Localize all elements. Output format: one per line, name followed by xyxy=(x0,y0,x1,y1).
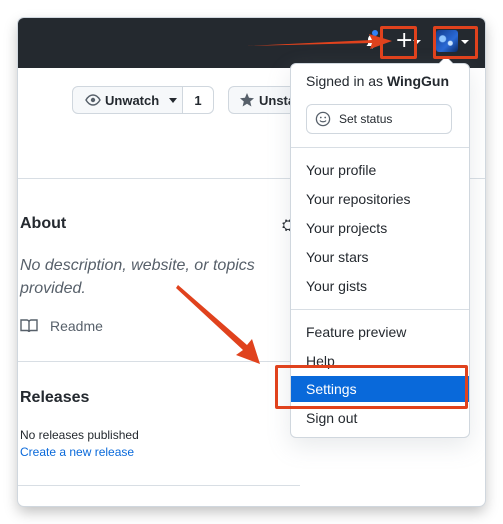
annotation-arrows xyxy=(176,34,392,364)
arrow-to-settings-icon xyxy=(176,285,260,364)
arrow-to-header-icon xyxy=(246,34,392,49)
